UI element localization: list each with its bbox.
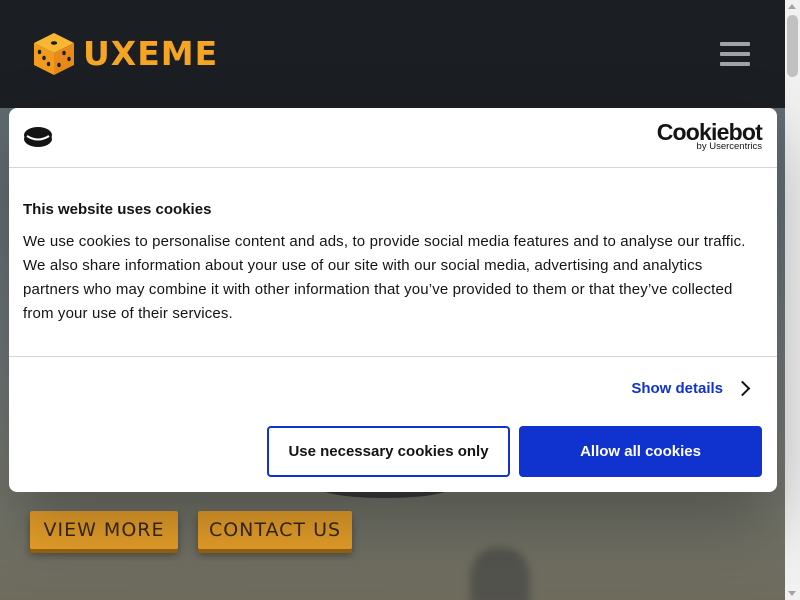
scrollbar-thumb[interactable] [787,15,798,77]
hamburger-menu-icon[interactable] [720,42,750,68]
page-scrollbar[interactable] [785,0,800,600]
allow-all-cookies-button[interactable]: Allow all cookies [519,426,762,477]
dice-icon [34,33,74,75]
site-header: UXEME [0,0,785,108]
cookie-icon [24,127,52,147]
scroll-down-icon[interactable] [788,591,796,596]
view-more-button[interactable]: VIEW MORE [30,511,178,549]
show-details-label: Show details [631,380,723,397]
hero-background-shape [470,548,530,600]
cookiebot-logo[interactable]: Cookiebot by Usercentrics [657,120,763,152]
dialog-header: Cookiebot by Usercentrics [9,108,777,168]
cookie-consent-dialog: Cookiebot by Usercentrics This website u… [9,108,777,492]
show-details-link[interactable]: Show details [631,380,751,397]
scroll-up-icon[interactable] [788,4,796,9]
site-logo[interactable]: UXEME [31,31,218,77]
logo-text: UXEME [83,34,219,73]
use-necessary-cookies-button[interactable]: Use necessary cookies only [267,426,510,477]
dialog-divider [9,356,777,357]
chevron-right-icon [734,380,751,397]
dialog-title: This website uses cookies [23,201,212,218]
dialog-body-text: We use cookies to personalise content an… [23,233,746,322]
contact-us-button[interactable]: CONTACT US [198,511,352,549]
